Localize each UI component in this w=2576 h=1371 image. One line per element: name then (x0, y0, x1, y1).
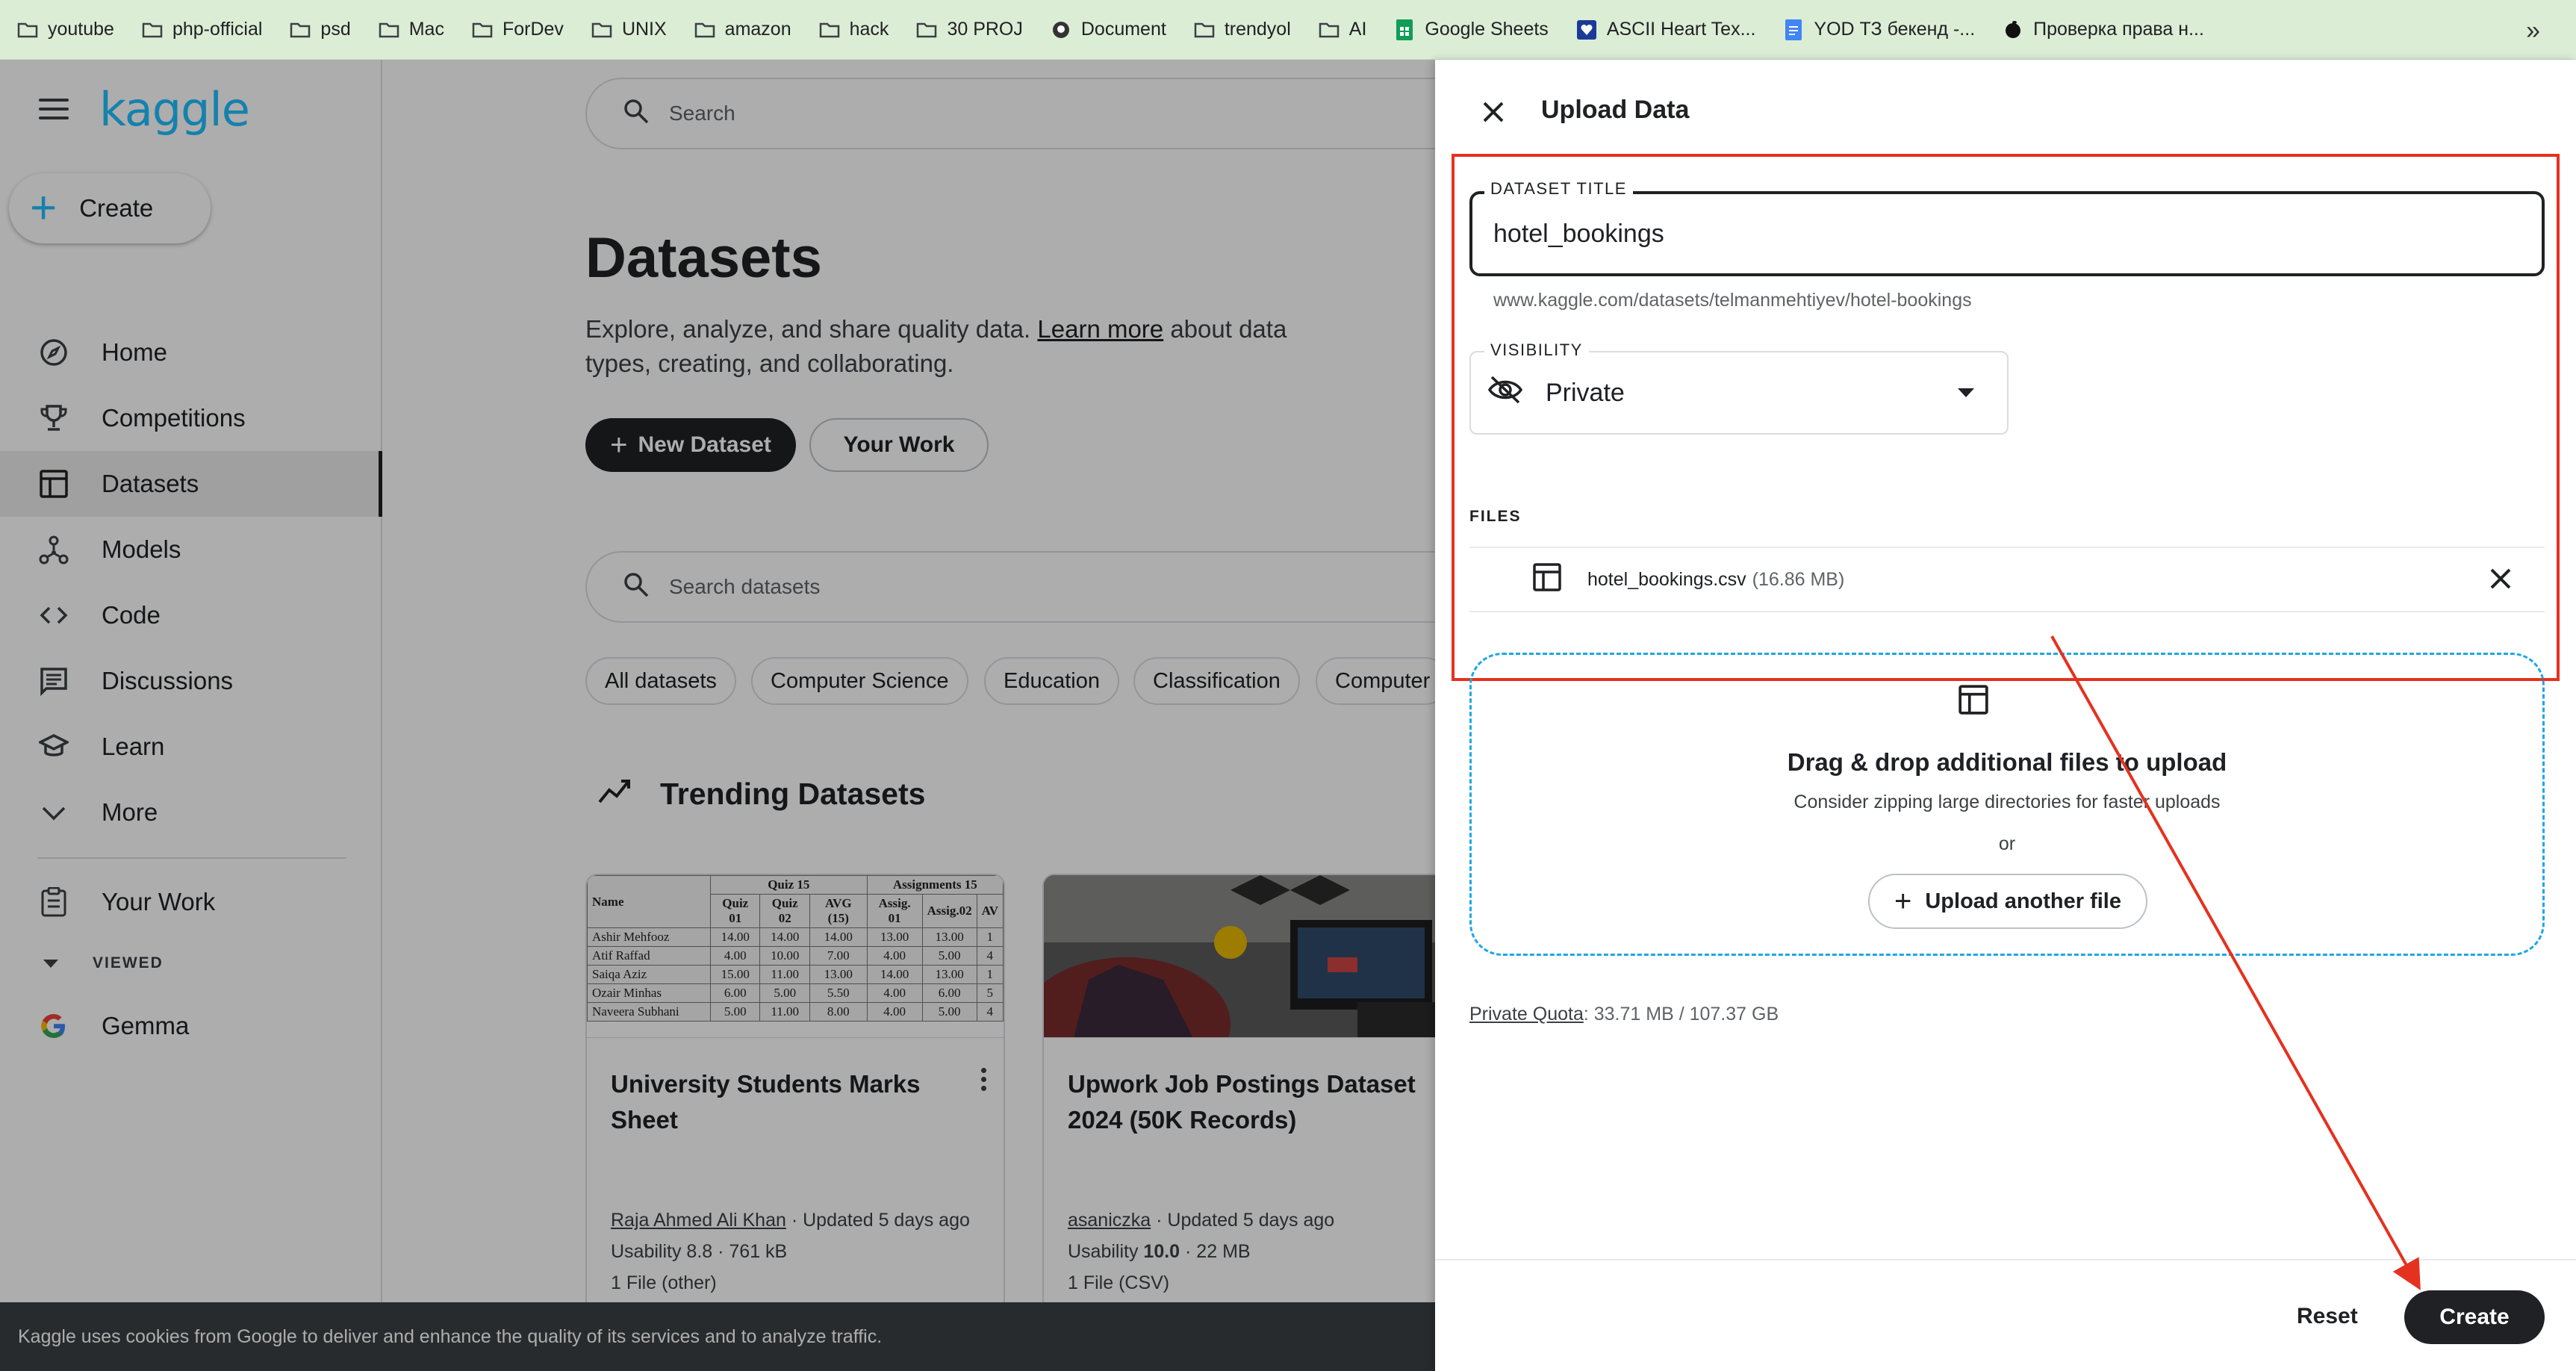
bookmark-item[interactable]: ASCII Heart Tex... (1575, 19, 1756, 40)
folder-icon (378, 20, 400, 40)
bookmark-label: UNIX (621, 19, 667, 40)
bookmark-label: amazon (724, 19, 791, 40)
upload-another-label: Upload another file (1925, 889, 2121, 913)
bookmark-item[interactable]: youtube (16, 19, 114, 40)
folder-icon (471, 20, 494, 40)
dropzone-subtitle: Consider zipping large directories for f… (1793, 792, 2221, 812)
bookmark-label: php-official (172, 19, 263, 40)
bookmark-item[interactable]: amazon (694, 19, 791, 40)
bookmark-label: AI (1348, 19, 1367, 40)
folder-icon (591, 20, 613, 40)
upload-data-panel: Upload Data DATASET TITLE hotel_bookings… (1435, 60, 2576, 1371)
dropzone-or: or (1998, 833, 2016, 854)
bookmarks-overflow-icon[interactable]: » (2526, 16, 2540, 46)
folder-icon (16, 20, 39, 40)
annotation-highlight-box (1452, 154, 2560, 681)
dropzone-title: Drag & drop additional files to upload (1787, 748, 2227, 776)
table-icon (1958, 684, 1989, 719)
bookmark-item[interactable]: ForDev (471, 19, 564, 40)
folder-icon (915, 20, 938, 40)
bookmark-item[interactable]: psd (289, 19, 351, 40)
bookmark-item[interactable]: Mac (378, 19, 444, 40)
bookmark-label: Google Sheets (1425, 19, 1549, 40)
reset-button[interactable]: Reset (2297, 1304, 2358, 1329)
kaggle-page: kaggle + Create Home Competitions Datasets… (0, 60, 1435, 1371)
plus-icon: + (1894, 885, 1912, 918)
sheets-icon (1393, 19, 1416, 40)
docs-icon (1782, 19, 1805, 40)
apple-icon (2002, 20, 2024, 40)
bookmark-label: ASCII Heart Tex... (1606, 19, 1756, 40)
private-quota-link[interactable]: Private Quota (1469, 1004, 1584, 1025)
bookmark-label: Document (1080, 19, 1166, 40)
github-icon (1050, 20, 1072, 40)
folder-icon (1193, 20, 1216, 40)
bookmark-label: Mac (408, 19, 444, 40)
bookmark-label: 30 PROJ (947, 19, 1023, 40)
folder-icon (694, 20, 716, 40)
private-quota: Private Quota: 33.71 MB / 107.37 GB (1469, 1004, 1779, 1025)
bookmark-label: YOD ТЗ бекенд -... (1814, 19, 1976, 40)
folder-icon (818, 20, 841, 40)
bookmark-label: ForDev (502, 19, 564, 40)
footer-divider (1435, 1259, 2576, 1260)
bookmark-item[interactable]: AI (1318, 19, 1367, 40)
bookmark-label: Проверка права н... (2033, 19, 2204, 40)
bookmark-label: trendyol (1224, 19, 1291, 40)
bookmark-item[interactable]: Document (1050, 19, 1166, 40)
bookmark-item[interactable]: Проверка права н... (2002, 19, 2204, 40)
bookmark-label: psd (320, 19, 351, 40)
modal-backdrop[interactable] (0, 60, 1435, 1371)
bookmark-label: youtube (48, 19, 114, 40)
bookmark-item[interactable]: UNIX (591, 19, 667, 40)
bookmarks-bar: youtube php-official psd Mac ForDev UNIX amazo… (0, 0, 2576, 60)
upload-another-file-button[interactable]: + Upload another file (1868, 874, 2147, 929)
private-quota-value: : 33.71 MB / 107.37 GB (1583, 1004, 1779, 1025)
bookmark-item[interactable]: YOD ТЗ бекенд -... (1782, 19, 1975, 40)
bookmark-item[interactable]: Google Sheets (1393, 19, 1549, 40)
bookmark-item[interactable]: 30 PROJ (915, 19, 1023, 40)
folder-icon (289, 20, 311, 40)
panel-title: Upload Data (1541, 96, 1690, 124)
heart-icon (1575, 19, 1598, 40)
bookmark-item[interactable]: php-official (141, 19, 262, 40)
bookmark-label: hack (849, 19, 889, 40)
folder-icon (1318, 20, 1340, 40)
bookmark-item[interactable]: hack (818, 19, 889, 40)
bookmark-item[interactable]: trendyol (1193, 19, 1291, 40)
close-icon[interactable] (1478, 97, 1508, 127)
folder-icon (141, 20, 164, 40)
create-button[interactable]: Create (2404, 1290, 2545, 1344)
